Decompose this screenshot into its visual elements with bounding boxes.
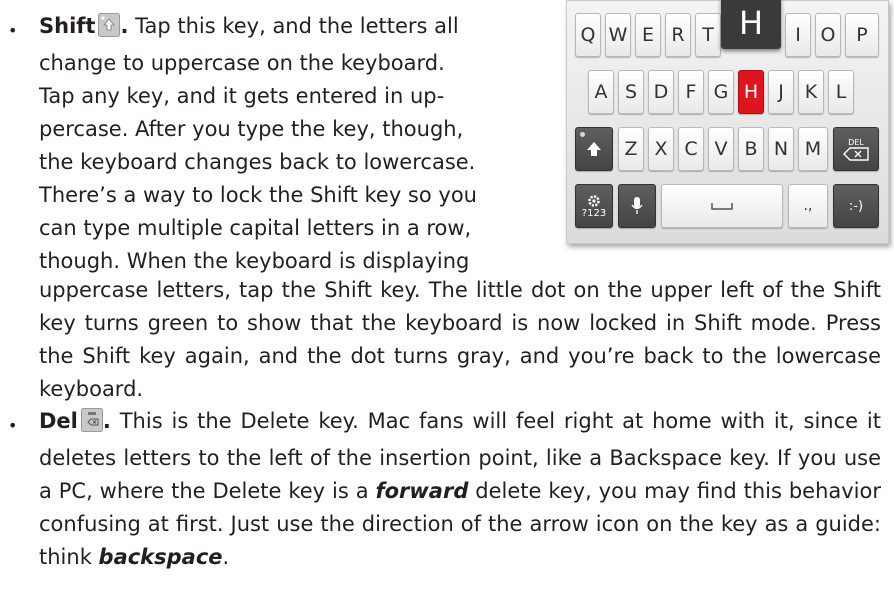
key-t[interactable]: T [695, 13, 721, 57]
key-a[interactable]: A [588, 70, 614, 114]
key-h-pressed[interactable]: H [738, 70, 764, 114]
shift-line-2: change to uppercase on the keyboard. [39, 51, 445, 75]
delete-key-label: DEL [848, 137, 864, 147]
key-x[interactable]: X [648, 127, 674, 171]
del-emph-forward: forward [375, 479, 469, 503]
del-emph-backspace: backspace [98, 545, 223, 569]
key-g[interactable]: G [708, 70, 734, 114]
key-k[interactable]: K [798, 70, 824, 114]
del-paragraph: Del. This is the Delete key. Mac fans wi… [39, 405, 881, 574]
key-l[interactable]: L [828, 70, 854, 114]
key-c[interactable]: C [678, 127, 704, 171]
key-i[interactable]: I [785, 13, 811, 57]
key-m[interactable]: M [798, 127, 828, 171]
key-r[interactable]: R [665, 13, 691, 57]
del-term-period: . [102, 409, 111, 433]
shift-term: Shift [39, 14, 96, 38]
key-b[interactable]: B [738, 127, 764, 171]
key-z[interactable]: Z [618, 127, 644, 171]
shift-line-8: though. When the keyboard is displaying [39, 249, 470, 273]
bullet-shift: • [8, 21, 18, 40]
key-v[interactable]: V [708, 127, 734, 171]
shift-line-7: can type multiple capital letters in a r… [39, 216, 472, 240]
key-f[interactable]: F [678, 70, 704, 114]
shift-key[interactable] [575, 127, 613, 171]
key-w[interactable]: W [605, 13, 631, 57]
gear-icon [588, 194, 600, 207]
shift-paragraph-continuation: uppercase letters, tap the Shift key. Th… [39, 278, 881, 401]
microphone-icon [631, 197, 643, 214]
key-d[interactable]: D [648, 70, 674, 114]
voice-key[interactable] [618, 184, 656, 228]
key-q[interactable]: Q [575, 13, 601, 57]
shift-line-4: percase. After you type the key, though, [39, 117, 464, 141]
del-term: Del [39, 409, 78, 433]
shift-lock-dot [580, 132, 585, 137]
shift-paragraph-top: Shift. Tap this key, and the letters all… [39, 10, 561, 278]
keyboard-figure: Q W E R T I O P A S D F G H J K L Z X C … [566, 0, 889, 244]
shift-line-5: the keyboard changes back to lowercase. [39, 150, 476, 174]
key-e[interactable]: E [635, 13, 661, 57]
bullet-del: • [8, 416, 18, 435]
key-j[interactable]: J [768, 70, 794, 114]
shift-line-1: Tap this key, and the letters all [128, 14, 459, 38]
key-n[interactable]: N [768, 127, 794, 171]
delete-key[interactable]: DEL [833, 127, 879, 171]
shift-arrow-icon [587, 142, 601, 156]
shift-line-3: Tap any key, and it gets entered in up- [39, 84, 445, 108]
backspace-icon [843, 146, 869, 161]
key-p[interactable]: P [845, 13, 879, 57]
shift-key-icon [98, 13, 121, 47]
key-popup: H [721, 0, 781, 49]
key-o[interactable]: O [815, 13, 841, 57]
key-s[interactable]: S [618, 70, 644, 114]
del-text-3: . [222, 545, 230, 569]
space-key[interactable] [661, 184, 783, 228]
symbols-key-label: ?123 [581, 207, 607, 219]
space-icon [711, 203, 733, 210]
shift-line-6: There’s a way to lock the Shift key so y… [39, 183, 477, 207]
del-key-icon [80, 408, 103, 442]
symbols-key[interactable]: ?123 [575, 184, 613, 228]
punctuation-key[interactable]: ., [788, 184, 828, 228]
emoji-key[interactable]: :-) [833, 184, 879, 228]
